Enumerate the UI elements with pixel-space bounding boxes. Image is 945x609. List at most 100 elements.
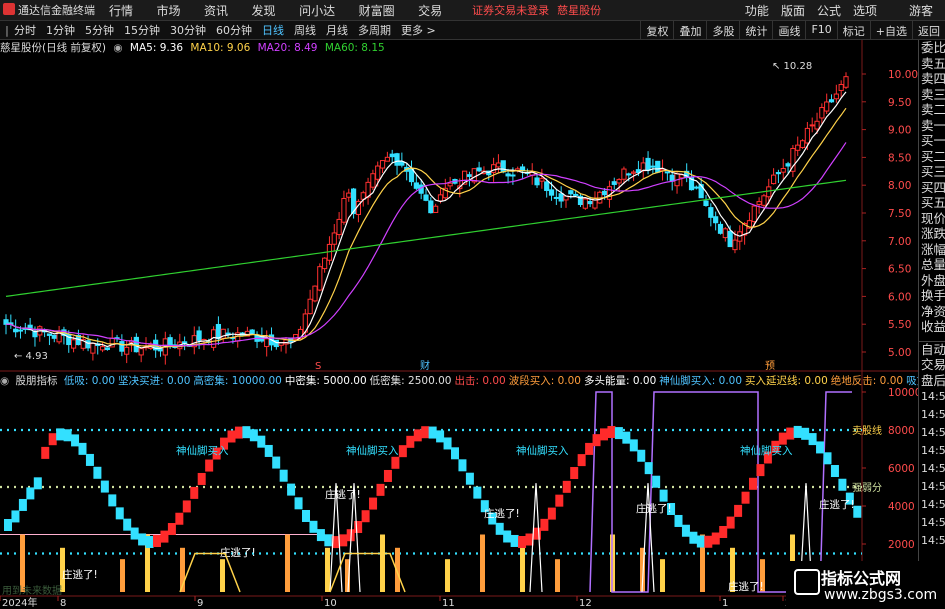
indicator-item: 低密集: 2500.00 bbox=[369, 375, 452, 387]
side-tab[interactable]: 自动 bbox=[919, 342, 945, 358]
candle-down bbox=[104, 347, 110, 350]
side-trade-time: 14:56 bbox=[921, 480, 945, 493]
oscillator-down-block bbox=[123, 518, 132, 531]
oscillator-up-block bbox=[540, 518, 549, 531]
indicator-bar bbox=[120, 559, 125, 592]
oscillator-up-block bbox=[197, 472, 206, 485]
oscillator-up-block bbox=[41, 446, 50, 459]
candle-down bbox=[215, 323, 222, 340]
oscillator-down-block bbox=[696, 535, 705, 548]
side-quote-label: 外盘 bbox=[921, 272, 945, 288]
watermark: 指标公式网 www.zbgs3.com bbox=[786, 561, 945, 609]
price-tick-label: 8.00 bbox=[888, 180, 911, 192]
candle-down bbox=[505, 173, 511, 177]
watermark-url: www.zbgs3.com bbox=[824, 587, 938, 603]
candle-down bbox=[664, 171, 670, 174]
candle-down bbox=[500, 160, 506, 173]
oscillator-up-block bbox=[555, 494, 564, 507]
indicator-settings-icon[interactable]: ◉ bbox=[0, 375, 9, 387]
side-quote-label: 涨幅 bbox=[921, 241, 945, 257]
buy-signal-label: 神仙脚买入 bbox=[346, 444, 399, 457]
candle-up bbox=[606, 186, 613, 200]
candle-up bbox=[843, 76, 849, 88]
indicator-item: 出击: 0.00 bbox=[454, 375, 506, 387]
indicator-item: 买入延迟线: 0.00 bbox=[745, 375, 828, 387]
price-tick-label: 5.00 bbox=[888, 347, 911, 359]
oscillator-up-block bbox=[205, 459, 214, 472]
candle-up bbox=[346, 192, 352, 198]
candle-down bbox=[167, 337, 173, 346]
indicator-tick-label: 4000 bbox=[888, 501, 915, 513]
side-tab[interactable]: 盘后 bbox=[919, 373, 945, 389]
side-quote-label: 涨跌 bbox=[921, 226, 945, 241]
candle-down bbox=[611, 181, 617, 185]
buy-signal-label: 神仙脚买入 bbox=[176, 444, 229, 457]
oscillator-down-block bbox=[316, 529, 325, 542]
oscillator-down-block bbox=[294, 497, 303, 510]
oscillator-down-block bbox=[823, 452, 832, 465]
oscillator-down-block bbox=[830, 465, 839, 478]
candle-up bbox=[471, 168, 477, 183]
side-quote-label: 现价 bbox=[921, 210, 945, 226]
candle-up bbox=[809, 124, 815, 127]
candle-down bbox=[3, 319, 9, 325]
oscillator-up-block bbox=[711, 532, 720, 545]
candle-down bbox=[587, 201, 593, 205]
low-price-mark: ← 4.93 bbox=[14, 351, 48, 362]
candle-up bbox=[495, 162, 502, 168]
price-tick-label: 5.50 bbox=[888, 319, 911, 331]
oscillator-up-block bbox=[778, 432, 787, 445]
oscillator-up-block bbox=[786, 427, 795, 440]
oscillator-up-block bbox=[741, 491, 750, 504]
oscillator-down-block bbox=[465, 472, 474, 485]
side-tab[interactable]: 交易 bbox=[919, 357, 945, 373]
date-tick-label: 2024年 bbox=[2, 596, 37, 609]
side-trade-time: 14:56 bbox=[921, 444, 945, 457]
indicator-item: 多头能量: 0.00 bbox=[584, 375, 657, 387]
candle-up bbox=[795, 144, 801, 151]
oscillator-up-block bbox=[48, 433, 57, 446]
side-quote-label: 收益 bbox=[921, 319, 945, 334]
candle-up bbox=[751, 205, 757, 223]
candle-up bbox=[336, 218, 342, 236]
kline-chart[interactable]: 10.00 9.50 9.00 8.50 8.00 7.50 7.00 6.50 6.00 5.5… bbox=[0, 0, 918, 609]
oscillator-down-block bbox=[622, 431, 631, 444]
oscillator-down-block bbox=[816, 441, 825, 454]
oscillator-up-block bbox=[361, 510, 370, 523]
oscillator-down-block bbox=[4, 519, 12, 531]
candle-up bbox=[616, 179, 622, 184]
indicator-item: 波段买入: 0.00 bbox=[508, 375, 581, 387]
candle-down bbox=[650, 165, 656, 168]
indicator-tick-label: 10000 bbox=[888, 387, 918, 399]
candle-up bbox=[322, 257, 328, 270]
candle-up bbox=[138, 348, 144, 356]
side-quote-label: 卖二 bbox=[921, 102, 945, 117]
oscillator-down-block bbox=[674, 514, 683, 527]
indicator-bar bbox=[555, 559, 560, 592]
date-tick-label: 10 bbox=[324, 598, 337, 609]
oscillator-down-block bbox=[473, 486, 482, 499]
oscillator-down-block bbox=[510, 534, 519, 547]
oscillator-down-block bbox=[644, 462, 653, 475]
candle-down bbox=[775, 172, 782, 175]
candle-down bbox=[645, 157, 651, 171]
date-tick-label: 11 bbox=[442, 598, 455, 609]
oscillator-down-block bbox=[138, 533, 147, 546]
oscillator-down-block bbox=[652, 475, 661, 488]
candle-down bbox=[713, 216, 719, 224]
candle-up bbox=[99, 346, 106, 351]
oscillator-up-block bbox=[756, 464, 765, 477]
candle-down bbox=[466, 174, 473, 177]
oscillator-down-block bbox=[63, 429, 72, 442]
oscillator-down-block bbox=[11, 510, 20, 523]
candle-down bbox=[708, 207, 714, 218]
side-quote-label: 净资 bbox=[921, 303, 945, 319]
candle-up bbox=[331, 232, 337, 245]
candle-down bbox=[399, 161, 405, 166]
candle-up bbox=[770, 174, 777, 185]
candle-up bbox=[838, 84, 844, 91]
candle-up bbox=[780, 167, 786, 173]
oscillator-down-block bbox=[130, 527, 139, 540]
oscillator-down-block bbox=[115, 507, 124, 520]
candle-up bbox=[814, 120, 820, 130]
